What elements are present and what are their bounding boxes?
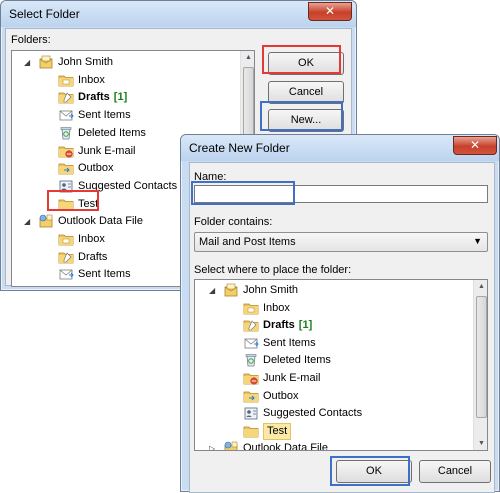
- close-icon: ✕: [324, 4, 336, 18]
- select-folder-titlebar[interactable]: Select Folder ✕: [1, 1, 356, 27]
- cancel-button[interactable]: Cancel: [268, 81, 344, 104]
- create-folder-title: Create New Folder: [189, 141, 290, 155]
- mailbox-icon: [38, 55, 54, 69]
- drafts-folder-icon: [243, 318, 259, 332]
- inbox-folder-icon: [58, 73, 74, 87]
- junk-folder-icon: [58, 144, 74, 158]
- deleted-items-folder-icon: [243, 353, 259, 367]
- cancel-button-label: Cancel: [288, 86, 324, 98]
- scroll-down-icon[interactable]: ▼: [474, 437, 487, 450]
- create-cancel-button[interactable]: Cancel: [419, 460, 491, 483]
- folder-icon: [243, 424, 259, 438]
- mailbox-icon: [223, 283, 239, 297]
- create-ok-button-label: OK: [366, 465, 382, 477]
- tree-item-label: Inbox: [263, 301, 290, 314]
- deleted-items-folder-icon: [58, 126, 74, 140]
- folder-icon: [58, 197, 74, 211]
- tree-item-label: Inbox: [78, 73, 105, 86]
- new-folder-button-label: New...: [290, 114, 322, 126]
- tree-item-label: Junk E-mail: [263, 372, 321, 384]
- create-folder-tree-scrollbar[interactable]: ▲ ▼: [473, 280, 487, 450]
- tree-item-label: Sent Items: [263, 336, 316, 349]
- create-ok-button[interactable]: OK: [336, 460, 412, 483]
- inbox-folder-icon: [58, 232, 74, 246]
- folders-label: Folders:: [11, 34, 51, 46]
- sent-items-folder-icon: [243, 336, 259, 350]
- sent-items-folder-icon: [58, 267, 74, 281]
- unread-count: [1]: [113, 91, 128, 104]
- place-folder-label: Select where to place the folder:: [194, 264, 352, 276]
- folder-contains-value: Mail and Post Items: [199, 236, 296, 248]
- drafts-folder-icon: [58, 90, 74, 104]
- contacts-folder-icon: [243, 406, 259, 420]
- tree-item-label: Test: [263, 422, 292, 440]
- create-folder-titlebar[interactable]: Create New Folder ✕: [181, 135, 499, 161]
- folder-name-input[interactable]: [194, 185, 488, 203]
- name-label: Name:: [194, 171, 227, 183]
- ok-button[interactable]: OK: [268, 52, 344, 75]
- close-icon: ✕: [469, 138, 481, 152]
- tree-item-label: Sent Items: [78, 268, 131, 281]
- select-folder-close-button[interactable]: ✕: [308, 2, 352, 21]
- tree-item-label: John Smith: [243, 284, 299, 296]
- scroll-up-icon[interactable]: ▲: [474, 280, 487, 294]
- data-file-icon: [38, 214, 54, 228]
- tree-expander-icon[interactable]: ◢: [209, 282, 215, 299]
- tree-item-label: Test: [78, 197, 99, 210]
- select-folder-title: Select Folder: [9, 7, 80, 21]
- folder-contains-select[interactable]: Mail and Post Items ▼: [194, 232, 488, 252]
- tree-item-label: Outbox: [263, 389, 299, 402]
- tree-expander-icon[interactable]: ▷: [209, 440, 215, 450]
- create-folder-close-button[interactable]: ✕: [453, 136, 497, 155]
- create-cancel-button-label: Cancel: [437, 465, 473, 477]
- tree-item-label: Drafts: [78, 250, 108, 263]
- tree-item-label: Inbox: [78, 233, 105, 245]
- unread-count: [1]: [298, 319, 313, 332]
- sent-items-folder-icon: [58, 108, 74, 122]
- ok-button-label: OK: [298, 57, 314, 69]
- chevron-down-icon: ▼: [473, 236, 482, 246]
- contacts-folder-icon: [58, 179, 74, 193]
- tree-item-label: Outbox: [78, 162, 114, 175]
- tree-item-label: Outlook Data File: [243, 442, 328, 451]
- tree-item-label: Deleted Items: [263, 354, 331, 367]
- drafts-folder-icon: [58, 250, 74, 264]
- tree-item-label: Outlook Data File: [58, 215, 143, 228]
- tree-expander-icon[interactable]: ◢: [24, 54, 30, 71]
- tree-item-label: Deleted Items: [78, 126, 146, 139]
- outbox-folder-icon: [243, 389, 259, 403]
- create-folder-client: Name: Folder contains: Mail and Post Ite…: [189, 162, 495, 493]
- tree-item-label: Suggested Contacts: [78, 179, 178, 192]
- create-folder-tree[interactable]: ▲ ▼ ◢ John Smith Inbox Drafts [1] Sent Items D…: [194, 279, 488, 451]
- outbox-folder-icon: [58, 161, 74, 175]
- tree-item-label: Sent Items: [78, 109, 131, 122]
- new-folder-button[interactable]: New...: [268, 109, 344, 132]
- create-folder-dialog: Create New Folder ✕ Name: Folder contain…: [180, 134, 500, 493]
- folder-contains-label: Folder contains:: [194, 216, 273, 228]
- tree-item-label: Drafts [1]: [78, 91, 128, 104]
- tree-item-label: Junk E-mail: [78, 144, 136, 157]
- inbox-folder-icon: [243, 301, 259, 315]
- tree-expander-icon[interactable]: ◢: [24, 213, 30, 230]
- tree-item-label: Drafts [1]: [263, 319, 313, 332]
- scroll-thumb[interactable]: [476, 296, 487, 418]
- junk-folder-icon: [243, 371, 259, 385]
- data-file-icon: [223, 441, 239, 450]
- tree-item-label: John Smith: [58, 56, 114, 68]
- tree-item-label: Suggested Contacts: [263, 407, 363, 420]
- scroll-up-icon[interactable]: ▲: [241, 51, 254, 65]
